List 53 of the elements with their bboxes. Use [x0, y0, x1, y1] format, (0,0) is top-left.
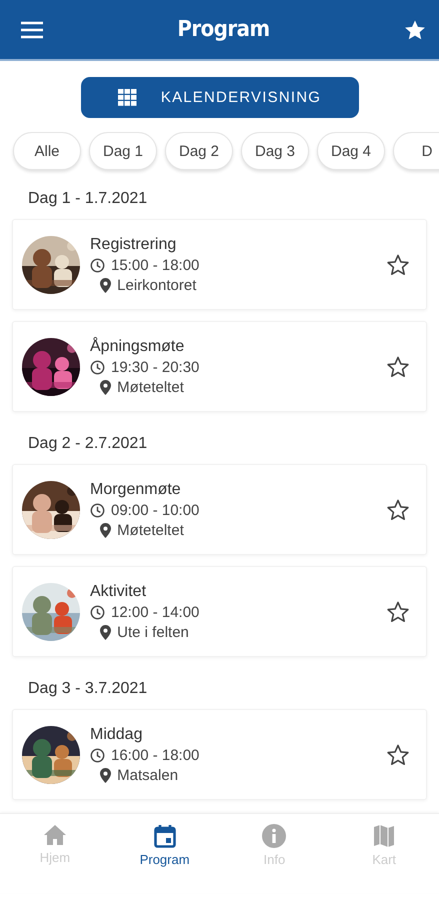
event-time: 16:00 - 18:00 [111, 746, 200, 764]
day-filter-chip[interactable]: Dag 4 [317, 132, 385, 170]
calendar-view-button[interactable]: KALENDERVISNING [80, 77, 358, 118]
location-pin-icon [100, 278, 112, 292]
favorite-star-button[interactable] [386, 498, 410, 522]
event-card[interactable]: Aktivitet 12:00 - 14:00 Ute i felten [12, 566, 427, 657]
clock-icon [90, 604, 105, 620]
calendar-icon [154, 824, 176, 848]
info-icon [262, 824, 286, 848]
event-location: Matsalen [117, 766, 178, 784]
clock-icon [90, 502, 105, 518]
location-pin-icon [100, 624, 112, 640]
event-time: 12:00 - 14:00 [111, 604, 200, 620]
day-filter-chip[interactable]: D [393, 132, 439, 170]
event-title: Registrering [90, 236, 178, 254]
favorite-star-button[interactable] [386, 600, 410, 624]
day-filter-chip[interactable]: Dag 1 [89, 132, 157, 170]
day-heading: Dag 3 - 3.7.2021 [27, 679, 148, 699]
home-icon [42, 824, 67, 846]
location-pin-icon [100, 768, 112, 782]
event-card[interactable]: Åpningsmøte 19:30 - 20:30 Møteteltet [12, 321, 427, 412]
event-time: 19:30 - 20:30 [111, 358, 200, 376]
favorite-star-button[interactable] [386, 742, 410, 766]
day-heading: Dag 2 - 2.7.2021 [27, 434, 148, 454]
event-location: Ute i felten [117, 624, 189, 640]
favorite-star-button[interactable] [386, 252, 410, 276]
event-location: Leirkontoret [117, 276, 196, 294]
event-title: Åpningsmøte [90, 338, 186, 356]
day-heading: Dag 1 - 1.7.2021 [27, 189, 148, 209]
day-filter-chip[interactable]: Dag 2 [165, 132, 233, 170]
menu-button[interactable] [20, 20, 44, 38]
event-location: Møteteltet [117, 378, 184, 396]
location-pin-icon [100, 380, 112, 394]
clock-icon [90, 748, 105, 762]
event-location: Møteteltet [117, 522, 184, 538]
day-filter-chip[interactable]: Alle [13, 132, 81, 170]
event-card[interactable]: Registrering 15:00 - 18:00 Leirkontoret [12, 219, 427, 310]
event-title: Aktivitet [90, 582, 148, 600]
clock-icon [90, 258, 105, 272]
event-card[interactable]: Morgenmøte 09:00 - 10:00 Møteteltet [12, 464, 427, 555]
clock-icon [90, 360, 105, 374]
event-time: 15:00 - 18:00 [111, 256, 200, 274]
event-title: Morgenmøte [90, 480, 182, 498]
day-filter-chip[interactable]: Dag 3 [241, 132, 309, 170]
favorite-star-button[interactable] [386, 354, 410, 378]
event-time: 09:00 - 10:00 [111, 502, 200, 518]
map-icon [373, 824, 396, 848]
page-title: Program [177, 17, 270, 42]
event-title: Middag [90, 726, 144, 744]
nav-tab[interactable]: Program [124, 824, 205, 867]
location-pin-icon [100, 522, 112, 538]
grid-icon [118, 89, 137, 106]
event-card[interactable]: Middag 16:00 - 18:00 Matsalen [12, 709, 427, 800]
